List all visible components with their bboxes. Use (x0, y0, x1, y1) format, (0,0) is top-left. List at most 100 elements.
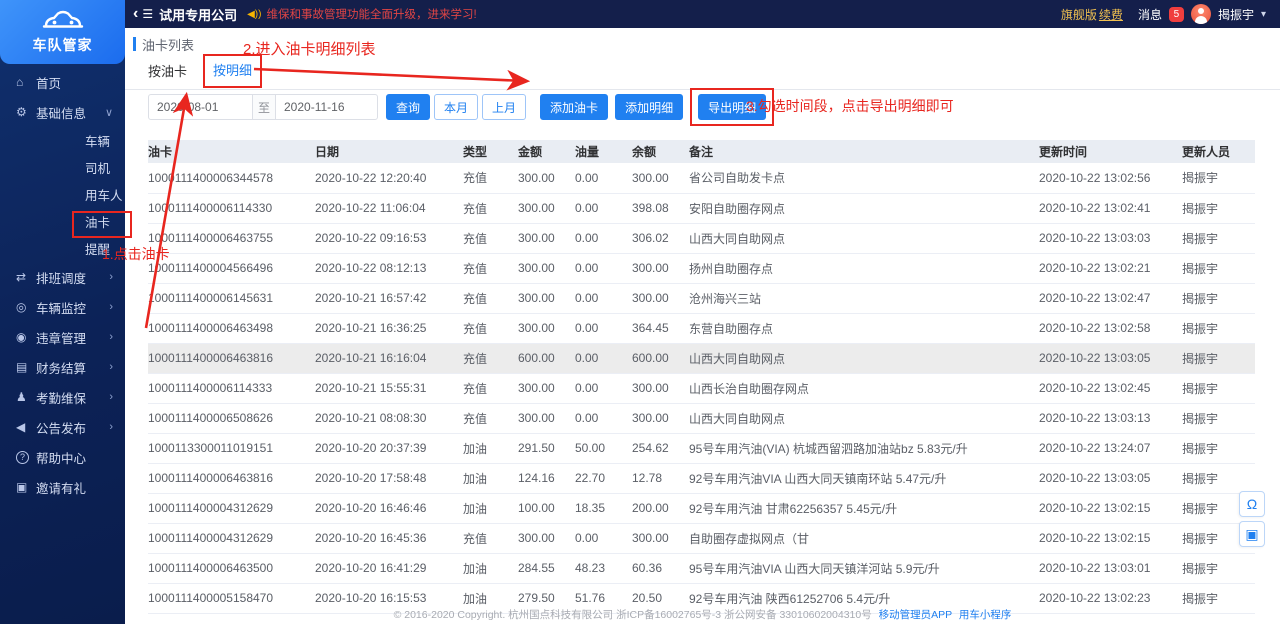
this-month-button[interactable]: 本月 (434, 94, 478, 120)
col-header-type[interactable]: 类型 (463, 140, 518, 163)
table-cell: 2020-10-22 13:02:47 (1039, 283, 1182, 313)
collapse-sidebar-icon[interactable]: ‹ (133, 5, 138, 23)
sidebar-item-reminders[interactable]: 提醒 (0, 235, 125, 262)
table-cell: 2020-10-22 13:03:05 (1039, 463, 1182, 493)
sidebar-item-announcements[interactable]: ◀公告发布› (0, 412, 125, 442)
col-header-card[interactable]: 油卡 (148, 140, 315, 163)
table-cell: 加油 (463, 553, 518, 583)
table-cell: 加油 (463, 463, 518, 493)
col-header-updated-by[interactable]: 更新人员 (1182, 140, 1255, 163)
table-cell: 0.00 (575, 343, 632, 373)
add-detail-button[interactable]: 添加明细 (615, 94, 683, 120)
gift-icon: ▣ (1245, 526, 1258, 543)
table-row[interactable]: 10001114000064634982020-10-21 16:36:25充值… (148, 313, 1255, 343)
tab-bar: 按油卡 按明细 (125, 60, 1280, 90)
table-row[interactable]: 10001114000064637552020-10-22 09:16:53充值… (148, 223, 1255, 253)
table-cell: 揭振宇 (1182, 553, 1255, 583)
sidebar-item-vehicle-monitor[interactable]: ◎车辆监控› (0, 292, 125, 322)
messages-link[interactable]: 消息 (1138, 6, 1162, 23)
table-cell: 充值 (463, 523, 518, 553)
sidebar-item-help-center[interactable]: ?帮助中心 (0, 442, 125, 472)
gift-button[interactable]: ▣ (1239, 521, 1265, 547)
table-cell: 300.00 (518, 163, 575, 193)
table-cell: 300.00 (632, 403, 689, 433)
sidebar-item-attendance[interactable]: ♟考勤维保› (0, 382, 125, 412)
sidebar-item-car-users[interactable]: 用车人 (0, 181, 125, 208)
table-cell: 充值 (463, 223, 518, 253)
table-row[interactable]: 10001114000064635002020-10-20 16:41:29加油… (148, 553, 1255, 583)
table-row[interactable]: 10001114000061143302020-10-22 11:06:04充值… (148, 193, 1255, 223)
sidebar-item-label: 司机 (85, 158, 110, 177)
table-cell: 92号车用汽油 甘肃62256357 5.45元/升 (689, 493, 1039, 523)
table-cell: 300.00 (632, 283, 689, 313)
date-from-input[interactable] (148, 94, 253, 120)
table-row[interactable]: 10001114000043126292020-10-20 16:46:46加油… (148, 493, 1255, 523)
announcement-text[interactable]: 维保和事故管理功能全面升级，进来学习! (266, 6, 476, 22)
table-cell: 300.00 (518, 193, 575, 223)
sidebar-item-finance[interactable]: ▤财务结算› (0, 352, 125, 382)
table-cell: 300.00 (632, 523, 689, 553)
sidebar-item-home[interactable]: ⌂首页 (0, 67, 125, 97)
table-row[interactable]: 10001114000065086262020-10-21 08:08:30充值… (148, 403, 1255, 433)
table-row[interactable]: 10001114000061456312020-10-21 16:57:42充值… (148, 283, 1255, 313)
col-header-updated-at[interactable]: 更新时间 (1039, 140, 1182, 163)
table-cell: 2020-10-22 13:24:07 (1039, 433, 1182, 463)
sidebar-item-basic-info[interactable]: ⚙基础信息∨ (0, 97, 125, 127)
export-detail-button[interactable]: 导出明细 (698, 94, 766, 120)
table-row[interactable]: 10001114000045664962020-10-22 08:12:13充值… (148, 253, 1255, 283)
table-cell: 1000111400006463816 (148, 343, 315, 373)
table-cell: 沧州海兴三站 (689, 283, 1039, 313)
gear-icon: ⚙ (16, 105, 36, 119)
table-row[interactable]: 10001133000110191512020-10-20 20:37:39加油… (148, 433, 1255, 463)
table-row[interactable]: 10001114000064638162020-10-20 17:58:48加油… (148, 463, 1255, 493)
table-cell: 2020-10-21 16:36:25 (315, 313, 463, 343)
customer-service-button[interactable]: Ω (1239, 491, 1265, 517)
username[interactable]: 揭振宇 (1218, 6, 1254, 23)
sidebar-item-drivers[interactable]: 司机 (0, 154, 125, 181)
col-header-balance[interactable]: 余额 (632, 140, 689, 163)
date-to-input[interactable] (275, 94, 378, 120)
table-cell: 揭振宇 (1182, 403, 1255, 433)
table-cell: 0.00 (575, 373, 632, 403)
avatar[interactable] (1191, 4, 1211, 24)
last-month-button[interactable]: 上月 (482, 94, 526, 120)
table-row[interactable]: 10001114000063445782020-10-22 12:20:40充值… (148, 163, 1255, 193)
table-cell: 600.00 (518, 343, 575, 373)
table-cell: 2020-10-22 13:02:45 (1039, 373, 1182, 403)
chevron-down-icon[interactable]: ▾ (1261, 9, 1266, 20)
sidebar-item-invite[interactable]: ▣邀请有礼 (0, 472, 125, 502)
chevron-right-icon: › (109, 301, 113, 313)
mini-program-link[interactable]: 用车小程序 (959, 609, 1012, 621)
table-cell: 充值 (463, 193, 518, 223)
admin-app-link[interactable]: 移动管理员APP (879, 609, 952, 621)
search-button[interactable]: 查询 (386, 94, 430, 120)
col-header-fuel[interactable]: 油量 (575, 140, 632, 163)
table-row[interactable]: 10001114000064638162020-10-21 16:16:04充值… (148, 343, 1255, 373)
sidebar-item-vehicles[interactable]: 车辆 (0, 127, 125, 154)
plan-label: 旗舰版 (1061, 6, 1097, 23)
add-fuel-card-button[interactable]: 添加油卡 (540, 94, 608, 120)
table-cell: 12.78 (632, 463, 689, 493)
sidebar-item-scheduling[interactable]: ⇄排班调度› (0, 262, 125, 292)
company-name[interactable]: 试用专用公司 (159, 5, 237, 24)
table-cell: 50.00 (575, 433, 632, 463)
renew-link[interactable]: 续费 (1099, 6, 1123, 23)
table-cell: 山西大同自助网点 (689, 343, 1039, 373)
sidebar-item-fuel-card[interactable]: 油卡 (0, 208, 125, 235)
table-cell: 山西长治自助圈存网点 (689, 373, 1039, 403)
table-row[interactable]: 10001114000061143332020-10-21 15:55:31充值… (148, 373, 1255, 403)
col-header-date[interactable]: 日期 (315, 140, 463, 163)
sidebar-item-label: 基础信息 (36, 103, 86, 122)
sidebar-item-violations[interactable]: ◉违章管理› (0, 322, 125, 352)
table-cell: 充值 (463, 403, 518, 433)
table-row[interactable]: 10001114000043126292020-10-20 16:45:36充值… (148, 523, 1255, 553)
tab-by-detail[interactable]: 按明细 (213, 63, 252, 78)
sidebar-item-label: 用车人 (85, 185, 123, 204)
col-header-note[interactable]: 备注 (689, 140, 1039, 163)
menu-list-icon[interactable]: ☰ (142, 7, 153, 21)
table-cell: 2020-10-20 16:46:46 (315, 493, 463, 523)
col-header-amount[interactable]: 金额 (518, 140, 575, 163)
sidebar-nav: ⌂首页⚙基础信息∨车辆司机用车人油卡提醒⇄排班调度›◎车辆监控›◉违章管理›▤财… (0, 64, 125, 502)
tab-by-fuel-card[interactable]: 按油卡 (148, 61, 187, 89)
table-cell: 充值 (463, 283, 518, 313)
